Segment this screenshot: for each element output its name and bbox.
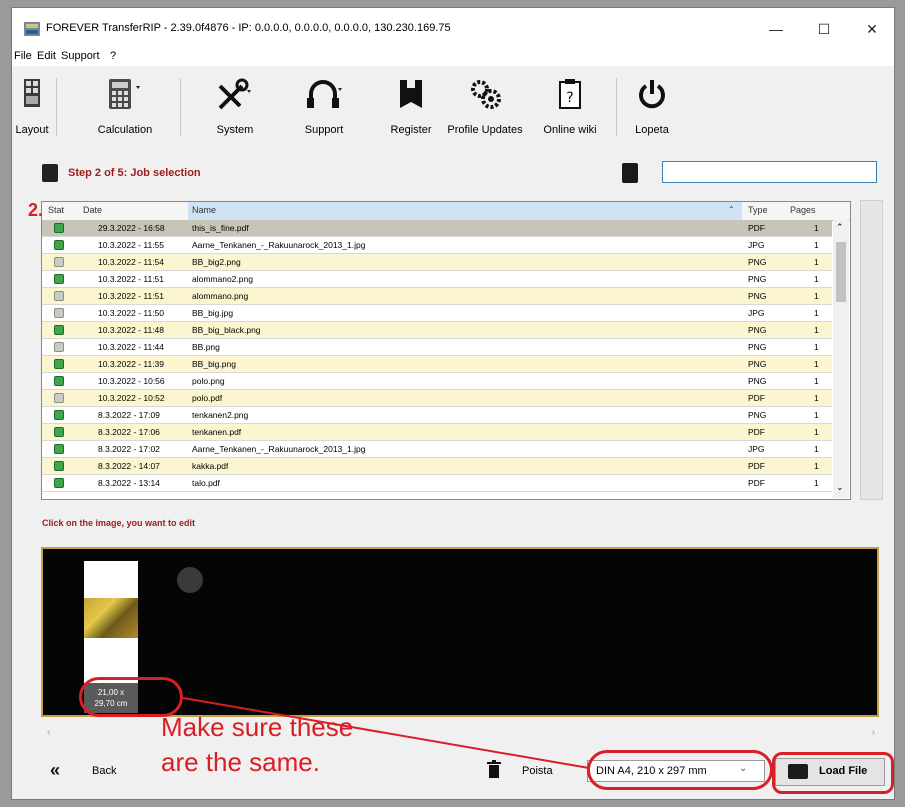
annotation-note-line-1: Make sure these [161, 712, 354, 742]
annotation-note-line-2: are the same. [161, 747, 320, 777]
app-window: FOREVER TransferRIP - 2.39.0f4876 - IP: … [11, 7, 895, 800]
annotation-line [182, 697, 590, 769]
